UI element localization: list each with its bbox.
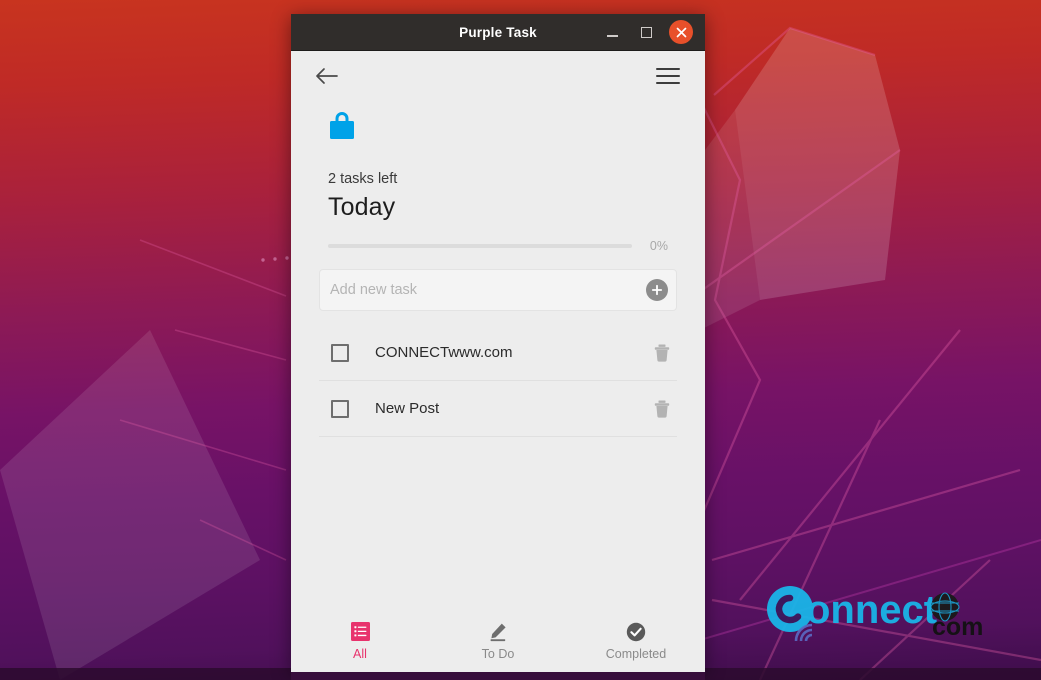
- menu-button[interactable]: [653, 61, 683, 91]
- close-icon: [676, 27, 686, 37]
- table-row[interactable]: New Post: [319, 381, 677, 437]
- table-row[interactable]: CONNECTwww.com: [319, 325, 677, 381]
- minimize-button[interactable]: [601, 21, 623, 43]
- app-content: 2 tasks left Today 0% Add new task CONNE…: [291, 51, 705, 672]
- tasks-left-text: 2 tasks left: [328, 171, 398, 187]
- list-icon: [350, 622, 370, 642]
- back-button[interactable]: [312, 61, 342, 91]
- add-task-button[interactable]: [646, 279, 668, 301]
- nav-label-completed: Completed: [605, 646, 667, 661]
- app-window: Purple Task 2 tasks left Today 0% Add ne…: [291, 14, 705, 672]
- header-block: 2 tasks left Today 0%: [291, 101, 705, 269]
- hamburger-menu-icon: [656, 68, 680, 84]
- bottom-navigation: All To Do Completed: [291, 614, 705, 672]
- close-button[interactable]: [669, 20, 693, 44]
- window-titlebar[interactable]: Purple Task: [291, 14, 705, 51]
- window-controls: [601, 20, 705, 44]
- maximize-icon: [640, 26, 652, 38]
- task-label: New Post: [375, 400, 440, 417]
- trash-icon: [654, 400, 670, 418]
- task-label: CONNECTwww.com: [375, 344, 513, 361]
- back-arrow-icon: [316, 68, 338, 84]
- trash-icon: [654, 344, 670, 362]
- delete-task-button[interactable]: [651, 398, 673, 420]
- progress-bar: [328, 244, 632, 248]
- plus-icon: [651, 284, 663, 296]
- task-list: CONNECTwww.com New Post: [291, 325, 705, 437]
- progress-percent-label: 0%: [649, 239, 668, 253]
- nav-label-todo: To Do: [481, 646, 515, 661]
- nav-label-all: All: [353, 646, 367, 661]
- check-circle-icon: [626, 622, 646, 642]
- nav-item-all[interactable]: All: [291, 614, 429, 672]
- nav-item-completed[interactable]: Completed: [567, 614, 705, 672]
- page-title: Today: [328, 193, 396, 221]
- pencil-icon: [488, 622, 508, 642]
- maximize-button[interactable]: [635, 21, 657, 43]
- delete-task-button[interactable]: [651, 342, 673, 364]
- minimize-icon: [606, 34, 618, 37]
- add-task-input[interactable]: [330, 282, 646, 298]
- app-toolbar: [291, 51, 705, 101]
- desktop-background: onnect com Purple Task 2 tasks left Toda…: [0, 0, 1041, 680]
- nav-item-todo[interactable]: To Do: [429, 614, 567, 672]
- task-checkbox[interactable]: [331, 399, 349, 418]
- window-bottom-edge: [291, 672, 705, 680]
- task-checkbox[interactable]: [331, 343, 349, 362]
- progress-row: 0%: [328, 239, 677, 253]
- add-task-row[interactable]: [319, 269, 677, 311]
- shopping-bag-icon: [328, 111, 356, 141]
